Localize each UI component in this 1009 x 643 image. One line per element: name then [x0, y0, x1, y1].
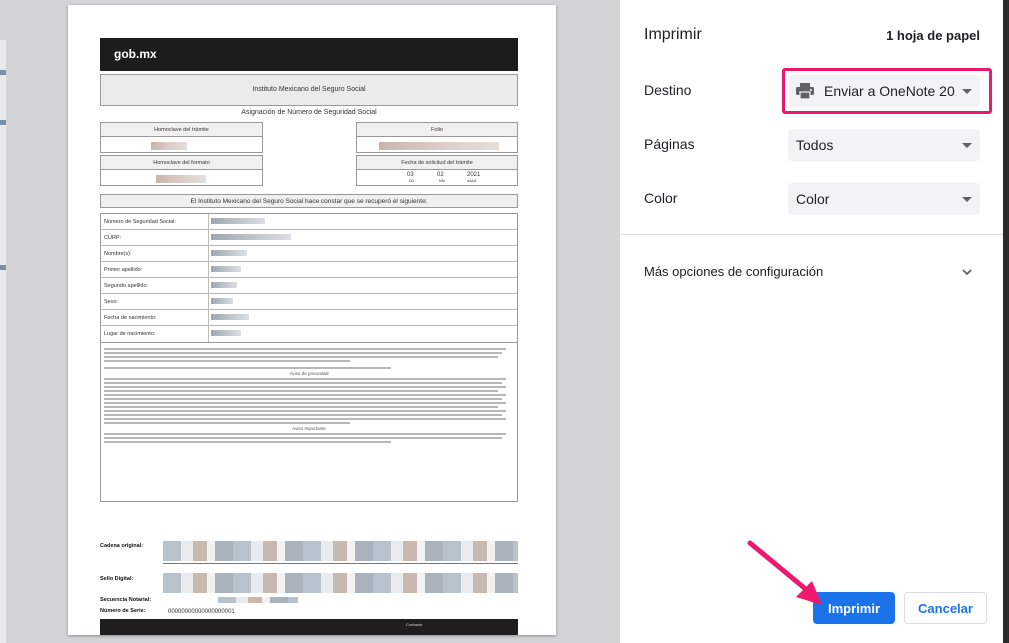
window-edge: [1003, 0, 1009, 643]
secuencia-notarial-label: Secuencia Notarial:: [100, 597, 152, 603]
aviso-privacidad-title: Aviso de privacidad: [289, 371, 329, 376]
institution-box: Instituto Mexicano del Seguro Social: [100, 74, 518, 106]
fecha-solicitud-label: Fecha de solicitud del trámite: [357, 156, 517, 170]
more-options-toggle[interactable]: Más opciones de configuración: [644, 264, 823, 279]
homoclave-formato-box: Homoclave del formato: [100, 155, 263, 186]
pages-label: Páginas: [644, 136, 695, 152]
table-row: Primer apellido:: [101, 262, 517, 278]
table-row: Sexo:: [101, 294, 517, 310]
redacted-value: [156, 175, 206, 183]
secuencia-notarial-value: [218, 597, 298, 603]
doc-brand: gob.mx: [114, 47, 157, 61]
divider-line: [163, 563, 518, 564]
color-label: Color: [644, 190, 678, 206]
redacted-value: [151, 142, 187, 150]
redacted-value: [211, 330, 241, 336]
row-label: Número de Seguridad Social:: [101, 214, 209, 229]
date-day-label: DD: [409, 179, 415, 183]
homoclave-tramite-label: Homoclave del trámite: [101, 123, 262, 137]
folio-label: Folio: [357, 123, 517, 137]
redacted-value: [211, 298, 233, 304]
date-month: 02: [437, 172, 444, 178]
folio-box: Folio: [356, 122, 518, 153]
date-year-label: AAAA: [467, 179, 477, 183]
row-label: Primer apellido:: [101, 262, 209, 277]
footer-contact: Contacto: [406, 622, 423, 627]
fecha-solicitud-box: Fecha de solicitud del trámite 03 02 202…: [356, 155, 518, 186]
chevron-down-icon[interactable]: [962, 264, 972, 276]
doc-footer: [100, 619, 518, 635]
cadena-original-value: [163, 541, 518, 561]
numero-serie-label: Número de Serie:: [100, 608, 146, 614]
table-row: Segundo apellido:: [101, 278, 517, 294]
edge-mark: [0, 70, 6, 75]
sello-digital-value: [163, 573, 518, 593]
homoclave-tramite-box: Homoclave del trámite: [100, 122, 263, 153]
row-label: Lugar de nacimiento:: [101, 326, 209, 342]
row-label: Segundo apellido:: [101, 278, 209, 293]
section-title: El Instituto Mexicano del Seguro Social …: [100, 194, 518, 208]
print-preview-area: gob.mx Instituto Mexicano del Seguro Soc…: [0, 0, 620, 643]
serial-number: 00000000000000000001: [168, 609, 235, 615]
table-row: CURP:: [101, 230, 517, 246]
window-edge-strip: [0, 40, 6, 643]
row-label: Nombre(s):: [101, 246, 209, 261]
redacted-value: [379, 142, 499, 150]
redacted-value: [211, 266, 241, 272]
edge-mark: [0, 265, 6, 270]
edge-mark: [0, 120, 6, 125]
destination-highlight-box: [782, 68, 992, 114]
row-label: Sexo:: [101, 294, 209, 309]
redacted-value: [211, 250, 247, 256]
homoclave-formato-label: Homoclave del formato: [101, 156, 262, 170]
sheet-count: 1 hoja de papel: [886, 28, 980, 43]
redacted-value: [211, 234, 291, 240]
doc-subtitle: Asignación de Número de Seguridad Social: [241, 109, 377, 116]
cancel-button[interactable]: Cancelar: [904, 592, 987, 624]
data-table: Número de Seguridad Social: CURP: Nombre…: [100, 213, 518, 343]
caret-down-icon: [962, 196, 972, 202]
aviso-importante-title: Aviso Importante: [292, 426, 326, 431]
redacted-value: [211, 218, 265, 224]
table-row: Fecha de nacimiento:: [101, 310, 517, 326]
table-row: Nombre(s):: [101, 246, 517, 262]
legal-text-box: Aviso de privacidad Aviso Importante: [100, 342, 518, 502]
panel-title: Imprimir: [644, 26, 702, 43]
date-day: 03: [407, 172, 414, 178]
table-row: Lugar de nacimiento:: [101, 326, 517, 342]
sello-digital-label: Sello Digital:: [100, 576, 134, 582]
table-row: Número de Seguridad Social:: [101, 214, 517, 230]
redacted-value: [211, 282, 237, 288]
color-select[interactable]: Color: [788, 183, 980, 215]
caret-down-icon: [962, 142, 972, 148]
pages-select[interactable]: Todos: [788, 129, 980, 161]
color-value: Color: [796, 191, 830, 207]
cadena-original-label: Cadena original:: [100, 543, 144, 549]
date-year: 2021: [467, 172, 481, 178]
row-label: Fecha de nacimiento:: [101, 310, 209, 325]
preview-page: gob.mx Instituto Mexicano del Seguro Soc…: [68, 5, 556, 635]
doc-brand-header: gob.mx: [100, 38, 518, 71]
date-month-label: MM: [439, 179, 445, 183]
row-label: CURP:: [101, 230, 209, 245]
pages-value: Todos: [796, 137, 834, 153]
pointer-arrow-annotation: [747, 540, 822, 605]
destination-label: Destino: [644, 82, 692, 98]
panel-divider: [620, 234, 1003, 235]
redacted-value: [211, 314, 249, 320]
